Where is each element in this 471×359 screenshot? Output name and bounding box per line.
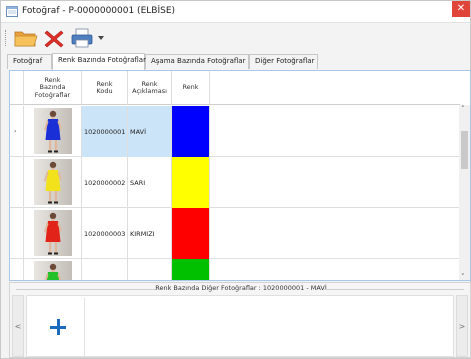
row-pointer-icon: › [14,128,17,135]
next-button[interactable]: > [456,295,468,357]
row-color-description[interactable]: KIRMIZI [128,208,172,259]
grid-header: Renk Bazında Fotoğraflar Renk Kodu Renk … [10,71,460,105]
row-color-description[interactable]: SARI [128,157,172,208]
header-color-code[interactable]: Renk Kodu [82,71,128,105]
row-color-swatch[interactable] [172,208,210,259]
vertical-scrollbar[interactable]: ˄ ˅ [459,105,470,280]
other-photos-group: Renk Bazında Diğer Fotoğraflar : 1020000… [9,282,471,358]
row-color-code[interactable]: 1020000003 [82,208,128,259]
row-photo-cell[interactable] [24,157,82,208]
previous-button[interactable]: < [12,295,24,357]
toolbar [1,24,470,52]
color-photo-grid[interactable]: Renk Bazında Fotoğraflar Renk Kodu Renk … [9,70,471,281]
photo-window: Fotoğraf - P-0000000001 (ELBİSE) ✕ Fotoğ… [0,0,471,359]
group-divider-right [324,289,464,290]
header-indicator [10,71,24,105]
dress-photo-thumbnail [34,210,72,256]
row-color-code[interactable]: 1020000002 [82,157,128,208]
row-color-swatch[interactable] [172,157,210,208]
chevron-down-icon[interactable] [98,35,104,41]
row-photo-cell[interactable] [24,106,82,157]
tab-stage-photos[interactable]: Aşama Bazında Fotoğraflar [145,54,249,69]
header-color-photos[interactable]: Renk Bazında Fotoğraflar [24,71,82,105]
row-photo-cell[interactable] [24,259,82,280]
header-color-description[interactable]: Renk Açıklaması [128,71,172,105]
dress-photo-thumbnail [34,108,72,154]
close-button[interactable]: ✕ [452,1,470,17]
dress-photo-thumbnail [34,159,72,205]
table-row[interactable]: 1020000003 KIRMIZI [10,208,460,259]
row-color-code[interactable]: 1020000004 [82,259,128,280]
folder-icon[interactable] [13,27,39,49]
window-title: Fotoğraf - P-0000000001 (ELBİSE) [22,6,176,16]
tab-other-photos[interactable]: Diğer Fotoğraflar [249,54,318,69]
row-indicator[interactable] [10,208,24,259]
printer-icon[interactable] [69,27,95,49]
table-row[interactable]: › 1020000001 MAVİ [10,106,460,157]
tab-photo[interactable]: Fotoğraf [7,54,52,69]
photo-strip [26,295,454,357]
table-row[interactable]: 1020000004YEŞİL [10,259,460,280]
row-indicator[interactable] [10,259,24,280]
row-color-description[interactable]: MAVİ [128,106,172,157]
row-indicator[interactable]: › [10,106,24,157]
plus-icon-vertical [57,319,60,335]
add-photo-button[interactable] [31,298,85,356]
dress-photo-thumbnail [34,261,72,280]
row-photo-cell[interactable] [24,208,82,259]
tab-color-photos[interactable]: Renk Bazında Fotoğraflar [52,53,146,70]
red-x-icon[interactable] [41,27,67,49]
toolbar-grip [5,30,8,46]
row-color-description[interactable]: YEŞİL [128,259,172,280]
scroll-thumb[interactable] [461,131,468,169]
row-color-swatch[interactable] [172,259,210,280]
header-color[interactable]: Renk [172,71,210,105]
row-color-code[interactable]: 1020000001 [82,106,128,157]
group-title: Renk Bazında Diğer Fotoğraflar : 1020000… [155,284,327,292]
scroll-up-icon[interactable]: ˄ [461,105,465,113]
row-indicator[interactable] [10,157,24,208]
window-icon [6,6,18,17]
table-row[interactable]: 1020000002 SARI [10,157,460,208]
row-color-swatch[interactable] [172,106,210,157]
scroll-down-icon[interactable]: ˅ [461,273,465,280]
title-bar: Fotoğraf - P-0000000001 (ELBİSE) ✕ [1,1,470,23]
